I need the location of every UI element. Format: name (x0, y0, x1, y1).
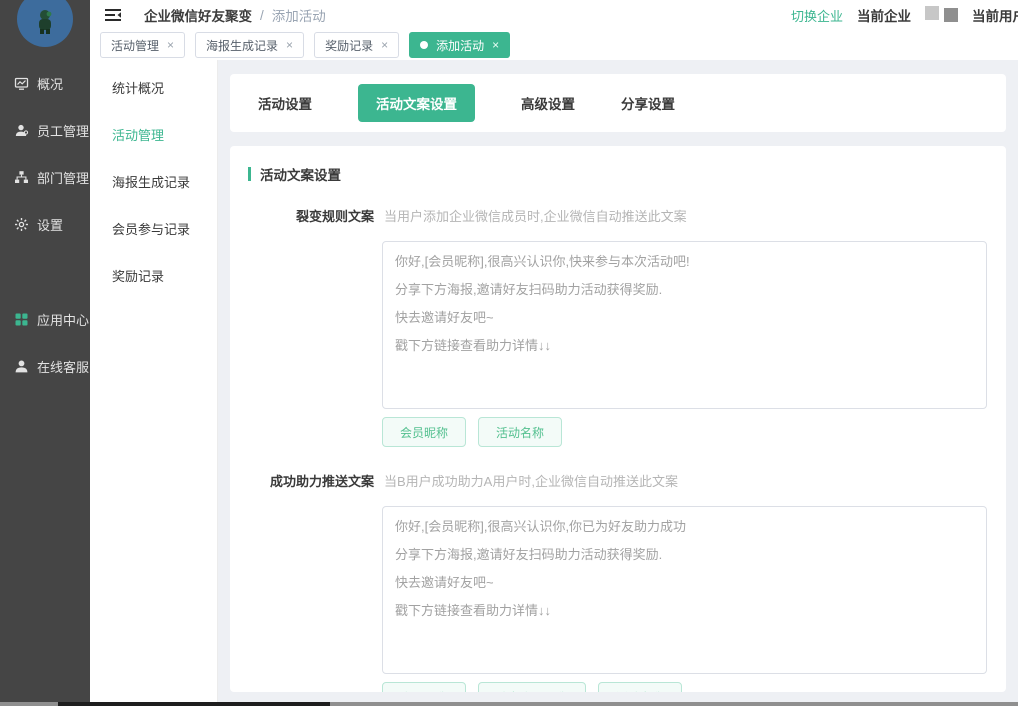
dashboard-icon (14, 76, 29, 91)
settings-tabbar: 活动设置 活动文案设置 高级设置 分享设置 (230, 74, 1006, 132)
field-body: 你好,[会员昵称],很高兴认识你,快来参与本次活动吧! 分享下方海报,邀请好友扫… (382, 241, 988, 447)
close-icon[interactable]: × (286, 39, 293, 51)
fission-rule-copy-textarea[interactable]: 你好,[会员昵称],很高兴认识你,快来参与本次活动吧! 分享下方海报,邀请好友扫… (382, 241, 987, 409)
workspace-tabbar: 活动管理 × 海报生成记录 × 奖励记录 × 添加活动 × (90, 30, 1018, 60)
main-content: 活动设置 活动文案设置 高级设置 分享设置 活动文案设置 裂变规则文案 当用户添… (218, 60, 1018, 706)
sidebar-item-label: 概况 (37, 74, 63, 93)
top-header: 企业微信好友聚变 / 添加活动 切换企业 当前企业 当前用户 活动管理 × 海报… (90, 0, 1018, 60)
apps-grid-icon (14, 312, 29, 327)
sidebar-item-label: 部门管理 (37, 168, 89, 187)
sidebar-item-label: 应用中心 (37, 310, 89, 329)
company-name-redacted (925, 8, 958, 22)
current-user-label: 当前用户 (972, 5, 1018, 25)
sidebar-nav: 概况 员工管理 部门管理 设置 应用中心 (0, 60, 90, 390)
field-header: 成功助力推送文案 当B用户成功助力A用户时,企业微信自动推送此文案 (248, 471, 988, 490)
field-label: 裂变规则文案 (248, 206, 374, 225)
workspace-tab-reward-records[interactable]: 奖励记录 × (314, 32, 399, 58)
switch-company-link[interactable]: 切换企业 (791, 6, 843, 25)
sidebar-item-employees[interactable]: 员工管理 (0, 107, 90, 154)
submenu-item-reward-records[interactable]: 奖励记录 (90, 253, 217, 300)
copy-settings-panel: 活动文案设置 裂变规则文案 当用户添加企业微信成员时,企业微信自动推送此文案 你… (230, 146, 1006, 692)
workspace-tab-activity-management[interactable]: 活动管理 × (100, 32, 185, 58)
workspace-tab-poster-records[interactable]: 海报生成记录 × (195, 32, 304, 58)
breadcrumb: 企业微信好友聚变 / 添加活动 (144, 5, 326, 25)
breadcrumb-root[interactable]: 企业微信好友聚变 (144, 5, 252, 25)
app-sidebar: 概况 员工管理 部门管理 设置 应用中心 (0, 0, 90, 706)
tab-share-settings[interactable]: 分享设置 (621, 84, 675, 122)
workspace-tab-label: 添加活动 (436, 37, 484, 54)
submenu-item-stats-overview[interactable]: 统计概况 (90, 65, 217, 112)
field-body: 你好,[会员昵称],很高兴认识你,你已为好友助力成功 分享下方海报,邀请好友扫码… (382, 506, 988, 692)
support-agent-icon (14, 359, 29, 374)
close-icon[interactable]: × (167, 39, 174, 51)
workspace-tab-label: 活动管理 (111, 37, 159, 54)
user-icon (14, 123, 29, 138)
tab-activity-settings[interactable]: 活动设置 (258, 84, 312, 122)
submenu-item-poster-records[interactable]: 海报生成记录 (90, 159, 217, 206)
module-submenu: 统计概况 活动管理 海报生成记录 会员参与记录 奖励记录 (90, 60, 218, 706)
sidebar-item-online-support[interactable]: 在线客服 (0, 343, 90, 390)
close-icon[interactable]: × (492, 39, 499, 51)
section-title: 活动文案设置 (260, 164, 341, 184)
insert-assist-member-nickname-button[interactable]: 助力会员昵称 (478, 682, 586, 692)
breadcrumb-separator: / (260, 8, 264, 23)
insert-token-buttons: 会员昵称 活动名称 (382, 417, 988, 447)
close-icon[interactable]: × (381, 39, 388, 51)
sidebar-item-app-center[interactable]: 应用中心 (0, 296, 90, 343)
org-tree-icon (14, 170, 29, 185)
sidebar-item-label: 设置 (37, 215, 63, 234)
field-hint: 当B用户成功助力A用户时,企业微信自动推送此文案 (384, 471, 678, 490)
section-accent-bar (248, 167, 251, 181)
field-hint: 当用户添加企业微信成员时,企业微信自动推送此文案 (384, 206, 687, 225)
sidebar-item-departments[interactable]: 部门管理 (0, 154, 90, 201)
breadcrumb-current: 添加活动 (272, 5, 326, 25)
workspace-tab-label: 海报生成记录 (206, 37, 278, 54)
submenu-item-activity-management[interactable]: 活动管理 (90, 112, 217, 159)
header-actions: 切换企业 当前企业 当前用户 (791, 5, 1018, 25)
insert-member-nickname-button[interactable]: 会员昵称 (382, 417, 466, 447)
header-row: 企业微信好友聚变 / 添加活动 切换企业 当前企业 当前用户 (90, 0, 1018, 30)
mascot-icon (35, 9, 55, 35)
workspace-tab-label: 奖励记录 (325, 37, 373, 54)
tab-activity-copy-settings[interactable]: 活动文案设置 (358, 84, 475, 122)
active-dot-icon (420, 41, 428, 49)
sidebar-item-label: 员工管理 (37, 121, 89, 140)
tab-advanced-settings[interactable]: 高级设置 (521, 84, 575, 122)
field-fission-rule-copy: 裂变规则文案 当用户添加企业微信成员时,企业微信自动推送此文案 你好,[会员昵称… (248, 206, 988, 447)
collapse-menu-icon[interactable] (104, 7, 122, 23)
insert-activity-name-button[interactable]: 活动名称 (478, 417, 562, 447)
sidebar-item-label: 在线客服 (37, 357, 89, 376)
window-edge (0, 702, 1018, 706)
sidebar-item-overview[interactable]: 概况 (0, 60, 90, 107)
field-label: 成功助力推送文案 (248, 471, 374, 490)
insert-token-buttons: 会员昵称 助力会员昵称 活动名称 (382, 682, 988, 692)
workspace-tab-add-activity[interactable]: 添加活动 × (409, 32, 510, 58)
sidebar-item-settings[interactable]: 设置 (0, 201, 90, 248)
sidebar-group-gap (0, 248, 90, 296)
submenu-item-member-participation[interactable]: 会员参与记录 (90, 206, 217, 253)
field-header: 裂变规则文案 当用户添加企业微信成员时,企业微信自动推送此文案 (248, 206, 988, 225)
current-company-label: 当前企业 (857, 5, 911, 25)
section-header: 活动文案设置 (248, 164, 988, 184)
insert-member-nickname-button[interactable]: 会员昵称 (382, 682, 466, 692)
field-assist-success-copy: 成功助力推送文案 当B用户成功助力A用户时,企业微信自动推送此文案 你好,[会员… (248, 471, 988, 692)
assist-success-copy-textarea[interactable]: 你好,[会员昵称],很高兴认识你,你已为好友助力成功 分享下方海报,邀请好友扫码… (382, 506, 987, 674)
insert-activity-name-button[interactable]: 活动名称 (598, 682, 682, 692)
gear-icon (14, 217, 29, 232)
app-logo (17, 0, 73, 47)
